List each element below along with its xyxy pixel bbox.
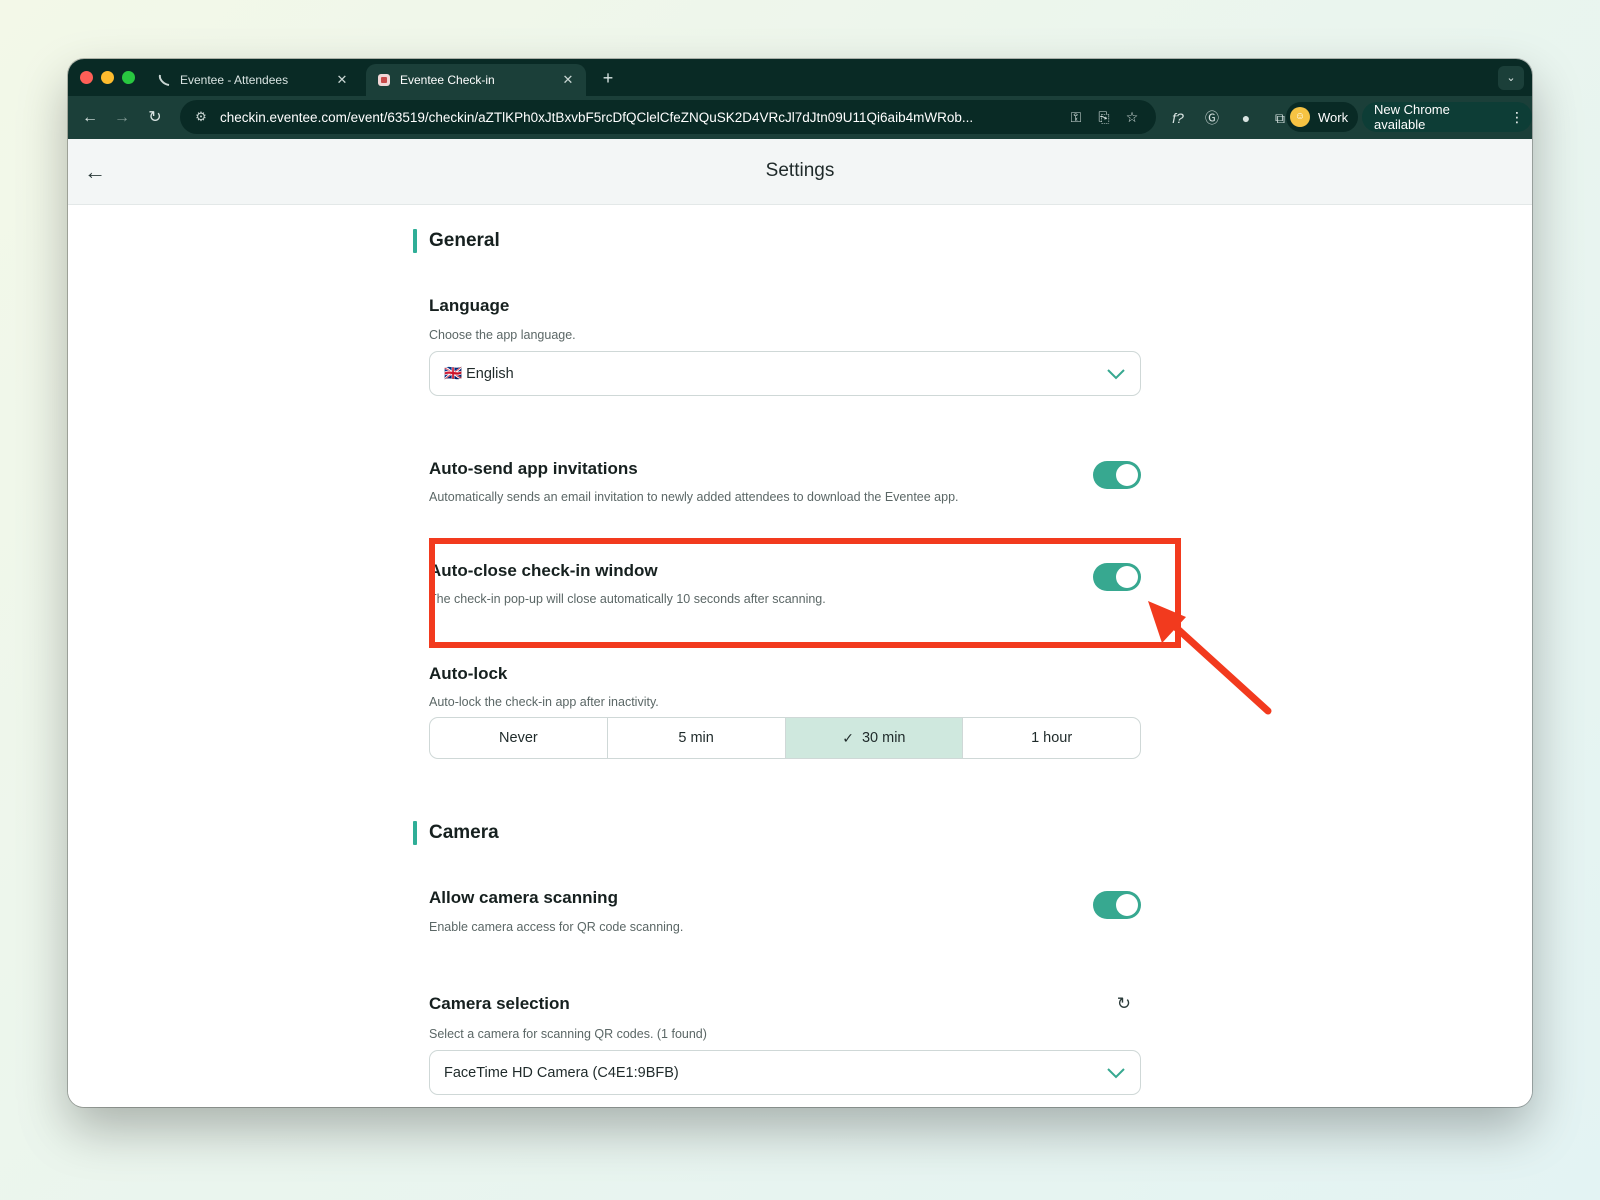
toggle-knob [1116,464,1138,486]
tab-close-icon[interactable]: ✕ [560,72,576,88]
chevron-down-icon [1107,1067,1125,1078]
checkin-favicon-icon [376,72,392,88]
language-description: Choose the app language. [429,328,576,342]
url-text[interactable]: checkin.eventee.com/event/63519/checkin/… [220,110,1062,125]
annotation-highlight-box [429,538,1181,648]
camera-scanning-label: Allow camera scanning [429,888,618,907]
auto-lock-option-never[interactable]: Never [430,718,608,758]
chrome-update-button[interactable]: New Chrome available ⋮ [1362,102,1532,132]
browser-toolbar: ← → ↻ ⚙ checkin.eventee.com/event/63519/… [68,96,1532,139]
section-general: General [413,229,500,253]
tab-close-icon[interactable]: ✕ [334,72,350,88]
camera-scanning-description: Enable camera access for QR code scannin… [429,920,684,934]
tab-title: Eventee Check-in [400,73,495,87]
minimize-window-button[interactable] [101,71,114,84]
tab-search-button[interactable]: ⌄ [1498,66,1524,90]
password-key-icon[interactable]: ⚿ [1062,109,1090,126]
formula-extension-icon[interactable]: f? [1166,106,1190,130]
option-label: 1 hour [1031,730,1073,746]
new-tab-button[interactable]: + [596,67,620,91]
option-label: 30 min [861,730,906,746]
profile-avatar-icon: ☺ [1290,107,1310,127]
language-label: Language [429,296,510,315]
camera-selection-description: Select a camera for scanning QR codes. (… [429,1027,707,1041]
dropper-extension-icon[interactable]: ● [1234,106,1258,130]
option-label: Never [499,730,538,746]
section-title: Camera [429,822,499,843]
auto-lock-description: Auto-lock the check-in app after inactiv… [429,695,659,709]
auto-lock-label: Auto-lock [429,664,508,683]
checkmark-icon: ✓ [842,729,854,746]
option-label: 5 min [678,730,714,746]
auto-lock-option-1-hour[interactable]: 1 hour [963,718,1140,758]
tab-eventee-check-in[interactable]: Eventee Check-in ✕ [366,64,586,96]
toggle-knob [1116,894,1138,916]
profile-chip[interactable]: ☺ Work [1286,102,1359,132]
bookmark-star-icon[interactable]: ☆ [1118,109,1146,126]
camera-scanning-toggle[interactable] [1093,891,1141,919]
maximize-window-button[interactable] [122,71,135,84]
language-value: 🇬🇧 English [444,366,514,382]
profile-label: Work [1318,109,1349,125]
tab-eventee-attendees[interactable]: Eventee - Attendees ✕ [146,64,360,96]
camera-selection-label: Camera selection [429,994,570,1013]
auto-send-toggle[interactable] [1093,461,1141,489]
forward-arrow-icon[interactable]: → [110,106,134,130]
auto-send-description: Automatically sends an email invitation … [429,490,959,504]
app-header: ← Settings [68,139,1532,205]
section-camera: Camera [413,821,499,845]
update-label: New Chrome available [1374,102,1450,132]
tab-strip: Eventee - Attendees ✕ Eventee Check-in ✕… [68,59,1532,96]
auto-lock-option-30-min[interactable]: ✓ 30 min [785,718,964,758]
eventee-favicon-icon [156,72,172,88]
tab-title: Eventee - Attendees [180,73,289,87]
auto-lock-option-5-min[interactable]: 5 min [608,718,786,758]
auto-send-label: Auto-send app invitations [429,459,638,478]
refresh-icon[interactable]: ↻ [1117,994,1131,1014]
section-accent-bar [413,229,417,253]
page-title: Settings [765,160,835,181]
section-title: General [429,230,500,251]
close-window-button[interactable] [80,71,93,84]
site-info-icon[interactable]: ⚙ [190,109,212,125]
more-menu-icon[interactable]: ⋮ [1510,109,1524,126]
grammarly-extension-icon[interactable]: Ⓖ [1200,106,1224,130]
reload-icon[interactable]: ↻ [143,106,167,130]
install-app-icon[interactable]: ⎘ [1090,109,1118,126]
section-accent-bar [413,821,417,845]
language-select[interactable]: 🇬🇧 English [429,351,1141,396]
auto-lock-options: Never 5 min ✓ 30 min 1 hour [429,717,1141,759]
camera-select[interactable]: FaceTime HD Camera (C4E1:9BFB) [429,1050,1141,1095]
address-bar[interactable]: ⚙ checkin.eventee.com/event/63519/checki… [180,100,1156,134]
chevron-down-icon [1107,368,1125,379]
back-arrow-icon[interactable]: ← [78,106,102,130]
camera-value: FaceTime HD Camera (C4E1:9BFB) [444,1064,679,1081]
